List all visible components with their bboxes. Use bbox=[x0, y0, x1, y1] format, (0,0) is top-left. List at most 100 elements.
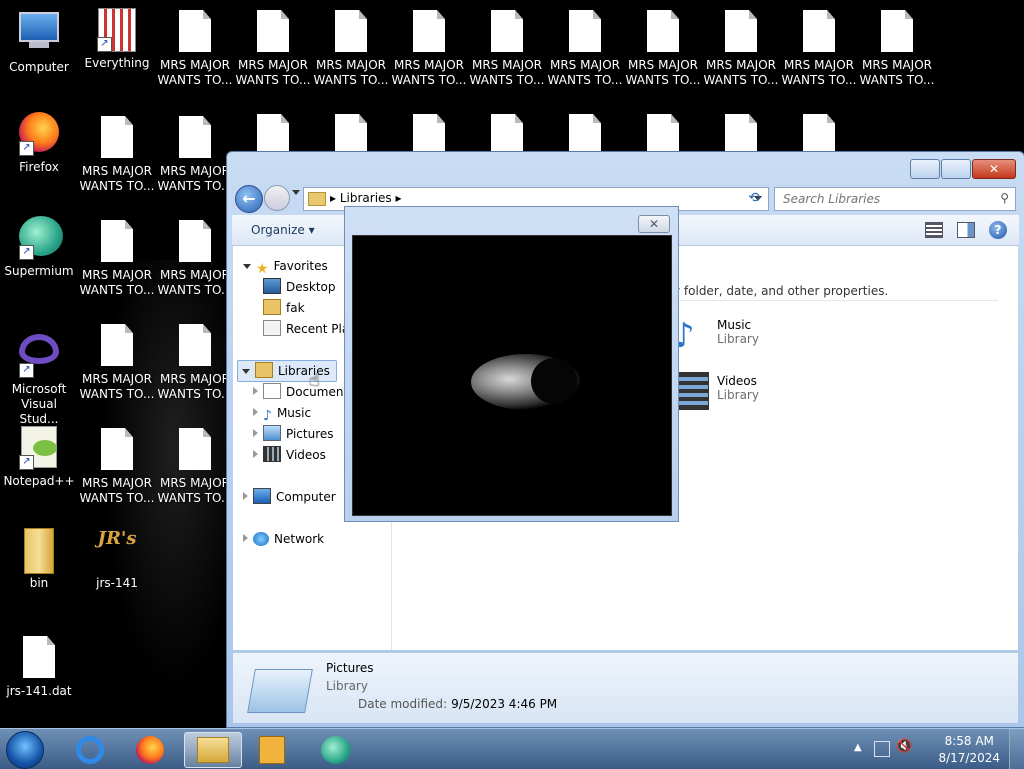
recent-places-icon bbox=[263, 320, 281, 336]
nav-pictures[interactable]: Pictures bbox=[253, 424, 334, 444]
clock-time: 8:58 AM bbox=[944, 734, 994, 748]
desktop-icon-bin[interactable]: bin bbox=[0, 528, 78, 591]
desktop-icon-computer[interactable]: Computer bbox=[0, 10, 78, 75]
desktop-icon-mrs-major[interactable]: MRS MAJOR WANTS TO... bbox=[468, 10, 546, 88]
clock[interactable]: 8:58 AM 8/17/2024 bbox=[938, 733, 1000, 767]
show-hidden-icons-button[interactable]: ▲ bbox=[854, 742, 862, 753]
breadcrumb[interactable]: ▸ Libraries ▸ bbox=[330, 191, 402, 205]
preview-pane-icon[interactable] bbox=[957, 222, 975, 238]
pictures-library-icon bbox=[247, 669, 313, 713]
nav-libraries[interactable]: Libraries bbox=[237, 360, 337, 382]
details-pane: Pictures Library Date modified: 9/5/2023 … bbox=[233, 652, 1018, 723]
desktop-icon-notepadpp[interactable]: ↗ Notepad++ bbox=[0, 426, 78, 489]
desktop-icon-label: MRS MAJOR WANTS TO... bbox=[157, 476, 233, 505]
back-button[interactable]: ← bbox=[235, 185, 263, 213]
desktop-icon-mrs-major[interactable]: MRS MAJOR WANTS TO... bbox=[546, 10, 624, 88]
internet-explorer-icon bbox=[76, 736, 104, 764]
close-button[interactable]: ✕ bbox=[972, 159, 1016, 179]
desktop-icon-mrs-major[interactable]: MRS MAJOR WANTS TO... bbox=[390, 10, 468, 88]
videos-icon bbox=[263, 446, 281, 462]
start-button[interactable] bbox=[6, 731, 44, 769]
file-icon bbox=[799, 10, 839, 54]
file-icon bbox=[175, 428, 215, 472]
show-desktop-button[interactable] bbox=[1009, 729, 1024, 769]
minimize-button[interactable] bbox=[910, 159, 940, 179]
desktop-icon-label: MRS MAJOR WANTS TO... bbox=[235, 58, 311, 87]
desktop-icon-mrs-major[interactable]: MRS MAJOR WANTS TO... bbox=[858, 10, 936, 88]
desktop-icon-label: jrs-141.dat bbox=[6, 684, 72, 698]
desktop-icon-mrs-major[interactable]: MRS MAJOR WANTS TO... bbox=[624, 10, 702, 88]
file-icon bbox=[97, 116, 137, 160]
recent-pages-dropdown[interactable] bbox=[292, 190, 300, 195]
desktop-icon-firefox[interactable]: ↗ Firefox bbox=[0, 112, 78, 175]
desktop-icon-mrs-major[interactable]: MRS MAJOR WANTS TO... bbox=[78, 220, 156, 298]
file-icon bbox=[97, 324, 137, 368]
dialog-close-button[interactable]: ✕ bbox=[638, 215, 670, 233]
nav-desktop[interactable]: Desktop bbox=[263, 277, 336, 297]
desktop-icon-label: MRS MAJOR WANTS TO... bbox=[79, 164, 155, 193]
taskbar-firefox[interactable] bbox=[122, 732, 178, 766]
file-icon bbox=[175, 324, 215, 368]
desktop-icon-mrs-major[interactable]: MRS MAJOR WANTS TO... bbox=[702, 10, 780, 88]
desktop-icon-label: bin bbox=[29, 576, 49, 590]
desktop-icon-mrs-major[interactable]: MRS MAJOR WANTS TO... bbox=[156, 324, 234, 402]
divider bbox=[673, 300, 998, 301]
search-icon[interactable]: ⚲ bbox=[1000, 191, 1009, 205]
desktop-icon-supermium[interactable]: ↗ Supermium bbox=[0, 216, 78, 279]
window-controls: ✕ bbox=[909, 159, 1016, 179]
desktop-icon-label: MRS MAJOR WANTS TO... bbox=[703, 58, 779, 87]
video-frame bbox=[352, 235, 672, 516]
nav-videos[interactable]: Videos bbox=[253, 445, 326, 465]
desktop-icon-visual-studio[interactable]: ↗ Microsoft Visual Stud... bbox=[0, 330, 78, 427]
taskbar-media-player[interactable] bbox=[244, 732, 300, 766]
nav-documents[interactable]: Documents bbox=[253, 382, 354, 402]
nav-favorites[interactable]: ★ Favorites bbox=[243, 256, 328, 277]
nav-recent-places[interactable]: Recent Plac bbox=[263, 319, 356, 339]
desktop-icon-label: jrs-141 bbox=[96, 576, 138, 590]
taskbar-explorer[interactable] bbox=[184, 732, 242, 768]
desktop-icon-everything[interactable]: ↗ Everything bbox=[78, 8, 156, 71]
organize-menu[interactable]: Organize ▾ bbox=[251, 223, 315, 237]
help-icon[interactable]: ? bbox=[989, 221, 1007, 239]
desktop-icon-mrs-major[interactable]: MRS MAJOR WANTS TO... bbox=[156, 10, 234, 88]
nav-computer[interactable]: Computer bbox=[243, 487, 336, 507]
desktop-icon-jrs-dat[interactable]: jrs-141.dat bbox=[0, 636, 78, 699]
firefox-icon: ↗ bbox=[19, 112, 59, 156]
maximize-button[interactable] bbox=[941, 159, 971, 179]
file-icon bbox=[487, 10, 527, 54]
desktop-icon-label: MRS MAJOR WANTS TO... bbox=[469, 58, 545, 87]
desktop-icon-mrs-major[interactable]: MRS MAJOR WANTS TO... bbox=[78, 116, 156, 194]
desktop-icon-mrs-major[interactable]: MRS MAJOR WANTS TO... bbox=[234, 10, 312, 88]
desktop-icon-label: MRS MAJOR WANTS TO... bbox=[547, 58, 623, 87]
taskbar: ▲ 🔇 8:58 AM 8/17/2024 bbox=[0, 728, 1024, 769]
user-folder-icon bbox=[263, 299, 281, 315]
desktop-icon-mrs-major[interactable]: MRS MAJOR WANTS TO... bbox=[78, 428, 156, 506]
forward-button[interactable] bbox=[264, 185, 290, 211]
desktop-icon-mrs-major[interactable]: MRS MAJOR WANTS TO... bbox=[780, 10, 858, 88]
refresh-icon[interactable]: ⟲ bbox=[743, 187, 765, 209]
volume-muted-icon[interactable]: 🔇 bbox=[896, 739, 912, 754]
file-icon bbox=[565, 10, 605, 54]
file-icon bbox=[19, 636, 59, 680]
desktop-icon-label: MRS MAJOR WANTS TO... bbox=[79, 476, 155, 505]
clock-date: 8/17/2024 bbox=[938, 751, 1000, 765]
desktop-icon-mrs-major[interactable]: MRS MAJOR WANTS TO... bbox=[156, 116, 234, 194]
desktop-icon-mrs-major[interactable]: MRS MAJOR WANTS TO... bbox=[312, 10, 390, 88]
desktop-icon-jrs-141[interactable]: JR's jrs-141 bbox=[78, 528, 156, 591]
search-box[interactable]: ⚲ bbox=[774, 187, 1016, 211]
change-view-icon[interactable] bbox=[925, 222, 943, 238]
desktop-icon-label: Supermium bbox=[4, 264, 74, 278]
network-icon bbox=[253, 532, 269, 546]
nav-music[interactable]: ♪ Music bbox=[253, 403, 311, 424]
network-status-icon[interactable] bbox=[874, 741, 890, 757]
nav-fak[interactable]: fak bbox=[263, 298, 305, 318]
search-input[interactable] bbox=[781, 191, 990, 207]
desktop-icon-mrs-major[interactable]: MRS MAJOR WANTS TO... bbox=[156, 428, 234, 506]
star-icon: ★ bbox=[256, 261, 269, 277]
nav-network[interactable]: Network bbox=[243, 529, 324, 549]
desktop-icon-mrs-major[interactable]: MRS MAJOR WANTS TO... bbox=[78, 324, 156, 402]
desktop-icon-mrs-major[interactable]: MRS MAJOR WANTS TO... bbox=[156, 220, 234, 298]
taskbar-internet-explorer[interactable] bbox=[62, 732, 118, 766]
desktop-icon-label: Firefox bbox=[19, 160, 59, 174]
taskbar-supermium[interactable] bbox=[308, 732, 364, 766]
